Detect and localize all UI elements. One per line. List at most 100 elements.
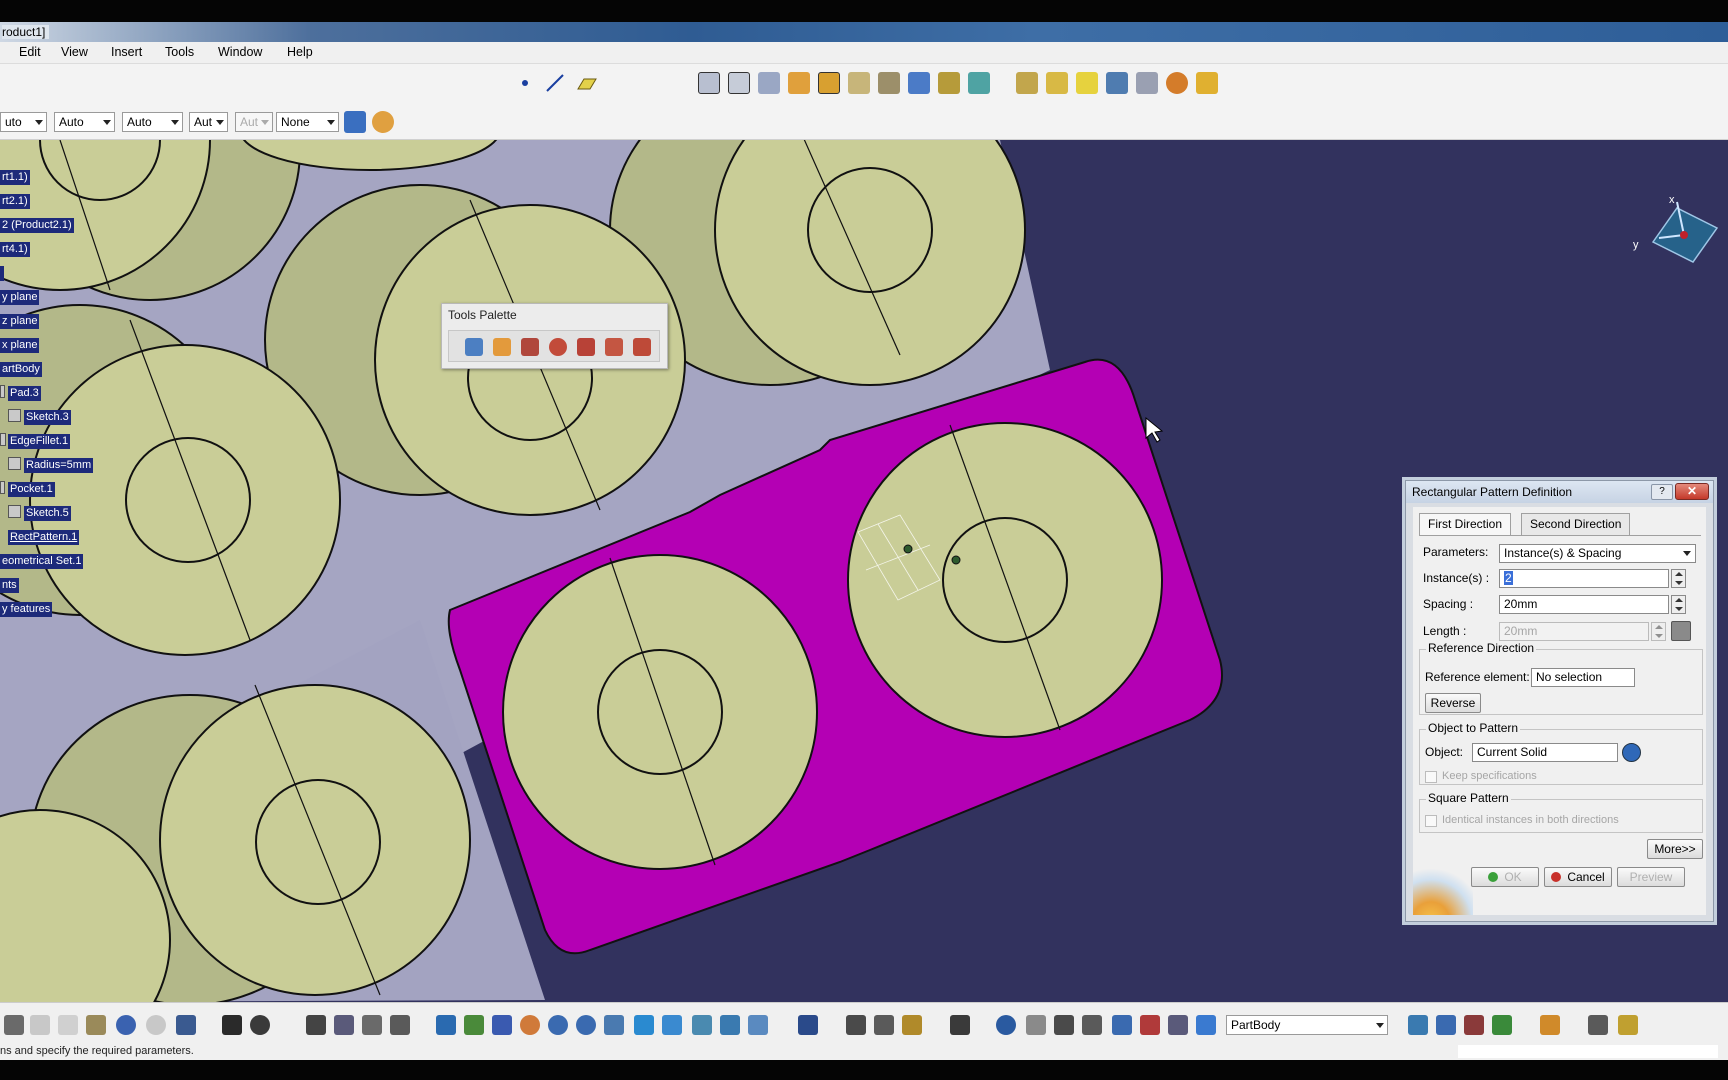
- body-selector[interactable]: PartBody: [1226, 1015, 1388, 1035]
- manipulate-icon[interactable]: [1464, 1015, 1484, 1035]
- spacing-spinner[interactable]: [1671, 595, 1686, 614]
- shaft-icon[interactable]: [788, 72, 810, 94]
- swap-visible-icon[interactable]: [1588, 1015, 1608, 1035]
- hole-icon[interactable]: [818, 72, 840, 94]
- intersect-select-icon[interactable]: [633, 338, 651, 356]
- help-button[interactable]: ?: [1651, 484, 1673, 500]
- reverse-button[interactable]: Reverse: [1425, 693, 1481, 713]
- tab-second-direction[interactable]: Second Direction: [1521, 513, 1631, 535]
- update-icon[interactable]: [798, 1015, 818, 1035]
- tree-node-part2[interactable]: rt2.1): [0, 194, 30, 209]
- tree-node-edgefillet1[interactable]: EdgeFillet.1: [8, 434, 71, 449]
- select-icon[interactable]: [465, 338, 483, 356]
- rotate-icon[interactable]: [520, 1015, 540, 1035]
- zoom-in-icon[interactable]: [548, 1015, 568, 1035]
- swap-space-icon[interactable]: [748, 1015, 768, 1035]
- tree-node-partbody[interactable]: artBody: [0, 362, 42, 377]
- publish-icon[interactable]: [1408, 1015, 1428, 1035]
- spiral-icon[interactable]: [996, 1015, 1016, 1035]
- tree-node-product2[interactable]: 2 (Product2.1): [0, 218, 74, 233]
- more-button[interactable]: More>>: [1647, 839, 1703, 859]
- tree-node-constraints[interactable]: nts: [0, 578, 19, 593]
- line-icon[interactable]: [544, 72, 566, 94]
- positioned-sketch-icon[interactable]: [728, 72, 750, 94]
- tree-node-rectpattern1[interactable]: RectPattern.1: [8, 530, 80, 545]
- remove-face-icon[interactable]: [1196, 72, 1218, 94]
- graphic-properties-icon[interactable]: [372, 111, 394, 133]
- material-icon[interactable]: [1492, 1015, 1512, 1035]
- tree-node-part1[interactable]: rt1.1): [0, 170, 30, 185]
- iso-view-icon[interactable]: [662, 1015, 682, 1035]
- tools-palette[interactable]: Tools Palette: [441, 303, 668, 369]
- table-icon[interactable]: [306, 1015, 326, 1035]
- target-icon[interactable]: [549, 338, 567, 356]
- slot-icon[interactable]: [878, 72, 900, 94]
- tree-node-sketch5[interactable]: Sketch.5: [24, 506, 71, 521]
- rectangular-pattern-dialog[interactable]: Rectangular Pattern Definition ? ✕ First…: [1405, 480, 1714, 922]
- hide-show-icon[interactable]: [720, 1015, 740, 1035]
- knowledge-icon[interactable]: [250, 1015, 270, 1035]
- command-input[interactable]: [1458, 1045, 1718, 1058]
- tree-node-pad3[interactable]: Pad.3: [8, 386, 41, 401]
- multi-section-icon[interactable]: [938, 72, 960, 94]
- paste-icon[interactable]: [86, 1015, 106, 1035]
- tree-node-radius[interactable]: Radius=5mm: [24, 458, 94, 473]
- apply-material-icon[interactable]: [1540, 1015, 1560, 1035]
- pad-icon[interactable]: [758, 72, 780, 94]
- tree-node-part4[interactable]: rt4.1): [0, 242, 30, 257]
- map-icon[interactable]: [1436, 1015, 1456, 1035]
- split-icon[interactable]: [1140, 1015, 1160, 1035]
- rib-icon[interactable]: [848, 72, 870, 94]
- close-button[interactable]: ✕: [1675, 483, 1709, 500]
- print-icon[interactable]: [4, 1015, 24, 1035]
- color-combo[interactable]: uto: [0, 112, 47, 132]
- axis-system-icon[interactable]: [1166, 72, 1188, 94]
- spacing-input[interactable]: 20mm: [1499, 595, 1669, 614]
- tree-node-body-features[interactable]: y features: [0, 602, 53, 617]
- plane-icon[interactable]: [574, 72, 598, 94]
- tree-node-pocket1[interactable]: Pocket.1: [8, 482, 55, 497]
- object-input[interactable]: Current Solid: [1472, 743, 1618, 762]
- whats-this-icon[interactable]: [176, 1015, 196, 1035]
- geometry-icon[interactable]: [1196, 1015, 1216, 1035]
- solid-icon[interactable]: [908, 72, 930, 94]
- format-painter-icon[interactable]: [344, 111, 366, 133]
- measure-icon[interactable]: [362, 1015, 382, 1035]
- draft-icon[interactable]: [1076, 72, 1098, 94]
- camera-icon[interactable]: [950, 1015, 970, 1035]
- filter-icon[interactable]: [1168, 1015, 1188, 1035]
- object-select-icon[interactable]: [1622, 743, 1641, 762]
- thickness-icon[interactable]: [1136, 72, 1158, 94]
- lock-icon[interactable]: [902, 1015, 922, 1035]
- instances-spinner[interactable]: [1671, 569, 1686, 588]
- analysis-icon[interactable]: [1618, 1015, 1638, 1035]
- stiffener-icon[interactable]: [968, 72, 990, 94]
- frame-icon[interactable]: [521, 338, 539, 356]
- menu-insert[interactable]: Insert: [111, 45, 142, 59]
- linetype-combo[interactable]: Aut: [189, 112, 228, 132]
- shading-icon[interactable]: [692, 1015, 712, 1035]
- cancel-button[interactable]: Cancel: [1544, 867, 1612, 887]
- tab-first-direction[interactable]: First Direction: [1419, 513, 1512, 536]
- zoom-out-icon[interactable]: [576, 1015, 596, 1035]
- pointer-tool-icon[interactable]: [577, 338, 595, 356]
- fit-all-icon[interactable]: [464, 1015, 484, 1035]
- work-on-support-icon[interactable]: [1112, 1015, 1132, 1035]
- tree-node-zx-plane[interactable]: x plane: [0, 338, 40, 353]
- multi-view-icon[interactable]: [634, 1015, 654, 1035]
- linewidth-combo[interactable]: Auto: [122, 112, 183, 132]
- menu-window[interactable]: Window: [218, 45, 262, 59]
- cut-icon[interactable]: [30, 1015, 50, 1035]
- formula-fx-icon[interactable]: [222, 1015, 242, 1035]
- compass-widget[interactable]: x y: [1625, 190, 1725, 280]
- axis-icon[interactable]: [1054, 1015, 1074, 1035]
- shell-icon[interactable]: [1106, 72, 1128, 94]
- ok-button[interactable]: OK: [1471, 867, 1539, 887]
- tree-node-yz-plane[interactable]: z plane: [0, 314, 40, 329]
- fly-mode-icon[interactable]: [436, 1015, 456, 1035]
- constraint-icon[interactable]: [846, 1015, 866, 1035]
- menu-edit[interactable]: Edit: [19, 45, 41, 59]
- undo-icon[interactable]: [116, 1015, 136, 1035]
- formula-icon[interactable]: [1671, 621, 1691, 641]
- folder-icon[interactable]: [493, 338, 511, 356]
